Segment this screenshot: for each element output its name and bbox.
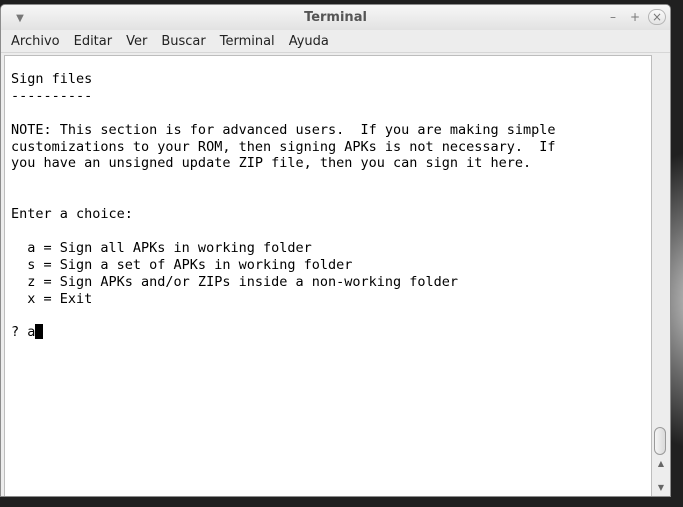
menu-ayuda[interactable]: Ayuda (289, 34, 329, 49)
terminal-line: s = Sign a set of APKs in working folder (11, 256, 353, 273)
terminal-line: you have an unsigned update ZIP file, th… (11, 155, 532, 172)
menu-editar[interactable]: Editar (74, 34, 113, 49)
menu-buscar[interactable]: Buscar (161, 34, 205, 49)
title-bar[interactable]: ▼ Terminal – + × (1, 5, 670, 30)
terminal-line: customizations to your ROM, then signing… (11, 138, 556, 155)
close-button[interactable]: × (648, 9, 666, 25)
menu-ver[interactable]: Ver (126, 34, 147, 49)
terminal-prompt-line[interactable]: ? a (11, 324, 651, 341)
menu-archivo[interactable]: Archivo (11, 34, 60, 49)
terminal-output[interactable]: Sign files ---------- NOTE: This section… (4, 55, 652, 496)
scrollbar-thumb[interactable] (654, 427, 666, 455)
minimize-button[interactable]: – (604, 9, 622, 25)
chevron-down-icon[interactable]: ▼ (13, 11, 27, 25)
terminal-window: ▼ Terminal – + × Archivo Editar Ver Busc… (0, 4, 671, 497)
text-cursor (35, 324, 44, 340)
window-title: Terminal (304, 10, 367, 25)
terminal-line: ---------- (11, 87, 93, 104)
terminal-line: x = Exit (11, 290, 93, 307)
scroll-down-icon[interactable]: ▼ (656, 483, 666, 493)
terminal-line: z = Sign APKs and/or ZIPs inside a non-w… (11, 273, 459, 290)
terminal-line: Enter a choice: (11, 206, 133, 223)
terminal-line: NOTE: This section is for advanced users… (11, 121, 556, 138)
terminal-line: Sign files (11, 71, 93, 87)
menu-bar: Archivo Editar Ver Buscar Terminal Ayuda (1, 30, 670, 53)
maximize-button[interactable]: + (626, 9, 644, 25)
vertical-scrollbar[interactable]: ▲ ▼ (652, 55, 670, 496)
menu-terminal[interactable]: Terminal (220, 34, 275, 49)
scroll-up-icon[interactable]: ▲ (656, 459, 666, 469)
window-controls: – + × (604, 9, 666, 25)
terminal-prompt: ? a (11, 324, 36, 341)
terminal-line: a = Sign all APKs in working folder (11, 239, 312, 256)
